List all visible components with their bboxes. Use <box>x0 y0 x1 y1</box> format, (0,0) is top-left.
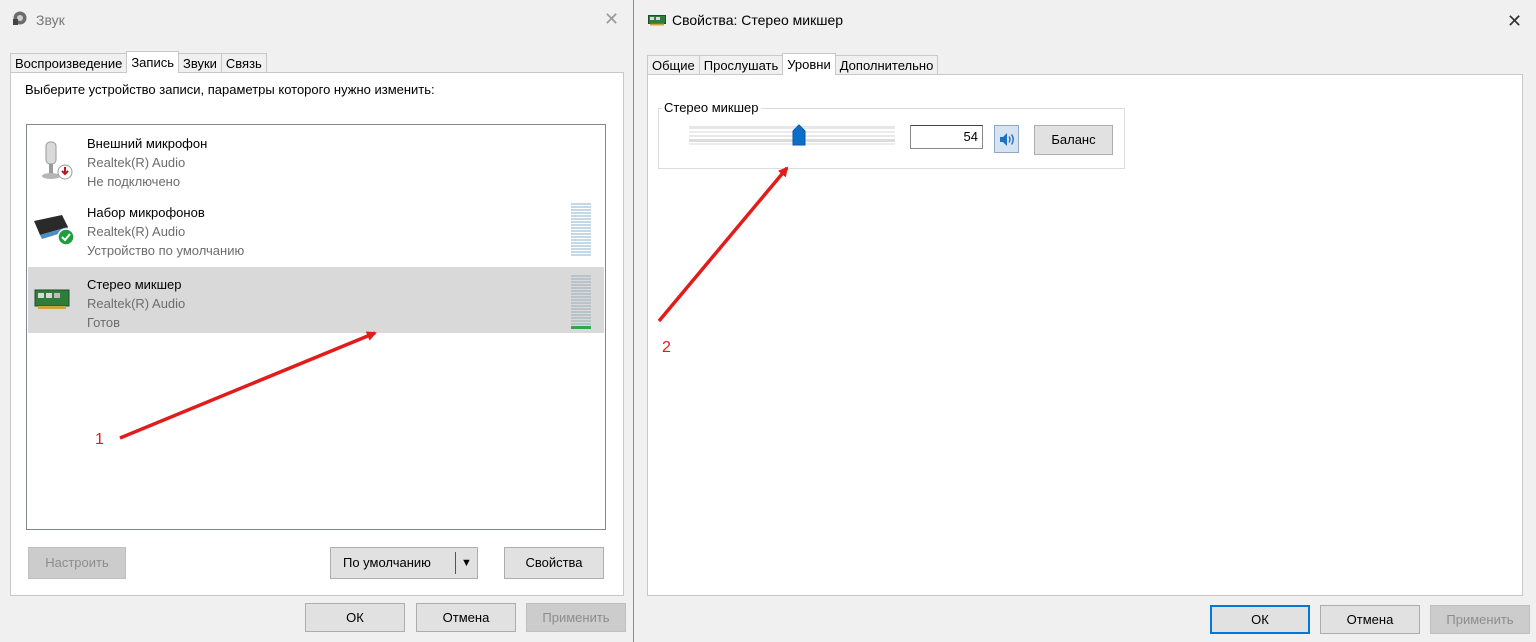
close-icon[interactable]: ✕ <box>604 10 619 28</box>
sound-window: Звук ✕ Воспроизведение Запись Звуки Связ… <box>0 0 633 642</box>
chevron-down-icon[interactable]: ▼ <box>461 548 472 578</box>
tab-playback[interactable]: Воспроизведение <box>10 53 128 73</box>
list-item[interactable]: Внешний микрофон Realtek(R) Audio Не под… <box>28 126 604 192</box>
volume-value: 54 <box>963 129 978 144</box>
tab-advanced[interactable]: Дополнительно <box>834 55 939 75</box>
set-default-button[interactable]: По умолчанию ▼ <box>330 547 478 579</box>
tab-panel: Стерео микшер 54 Баланс <box>647 74 1523 596</box>
close-icon[interactable]: ✕ <box>1507 12 1522 30</box>
apply-button[interactable]: Применить <box>526 603 626 632</box>
cancel-button[interactable]: Отмена <box>416 603 516 632</box>
properties-button[interactable]: Свойства <box>504 547 604 579</box>
volume-value-field[interactable]: 54 <box>910 125 983 149</box>
tab-strip: Общие Прослушать Уровни Дополнительно <box>647 53 939 75</box>
annotation-label-1: 1 <box>95 431 104 448</box>
configure-button[interactable]: Настроить <box>28 547 126 579</box>
microphone-array-default-icon <box>32 209 78 252</box>
window-title: Свойства: Стерео микшер <box>672 12 844 28</box>
levels-group-label: Стерео микшер <box>662 100 761 115</box>
tab-strip: Воспроизведение Запись Звуки Связь <box>10 51 267 73</box>
window-title: Звук <box>36 12 65 28</box>
tab-panel: Выберите устройство записи, параметры ко… <box>10 72 624 596</box>
balance-button[interactable]: Баланс <box>1034 125 1113 155</box>
speaker-icon <box>12 10 28 29</box>
ok-button[interactable]: ОК <box>305 603 405 632</box>
device-driver: Realtek(R) Audio <box>87 224 186 239</box>
device-driver: Realtek(R) Audio <box>87 296 186 311</box>
annotation-label-2: 2 <box>662 339 671 356</box>
tab-levels[interactable]: Уровни <box>782 53 836 75</box>
tab-sounds[interactable]: Звуки <box>177 53 222 73</box>
speaker-icon <box>999 132 1016 150</box>
divider <box>455 552 456 574</box>
properties-window: Свойства: Стерео микшер ✕ Общие Прослуша… <box>633 0 1536 642</box>
device-status: Готов <box>87 315 121 330</box>
tab-recording[interactable]: Запись <box>126 51 179 73</box>
device-status: Устройство по умолчанию <box>87 243 245 258</box>
device-name: Внешний микрофон <box>87 136 208 151</box>
tab-communications[interactable]: Связь <box>220 53 267 73</box>
sound-card-icon <box>648 14 666 29</box>
volume-slider-thumb[interactable] <box>792 124 806 149</box>
device-name: Набор микрофонов <box>87 205 205 220</box>
device-list[interactable]: Внешний микрофон Realtek(R) Audio Не под… <box>26 124 606 530</box>
sound-card-icon <box>34 289 72 314</box>
instruction-text: Выберите устройство записи, параметры ко… <box>25 82 435 97</box>
levels-group: Стерео микшер 54 Баланс <box>658 100 1125 169</box>
list-item[interactable]: Набор микрофонов Realtek(R) Audio Устрой… <box>28 195 604 261</box>
microphone-disconnected-icon <box>38 138 78 185</box>
device-status: Не подключено <box>87 174 181 189</box>
level-meter <box>571 275 591 330</box>
apply-button[interactable]: Применить <box>1430 605 1530 634</box>
tab-listen[interactable]: Прослушать <box>698 55 784 75</box>
tab-general[interactable]: Общие <box>647 55 700 75</box>
mute-button[interactable] <box>994 125 1019 153</box>
list-item-selected[interactable]: Стерео микшер Realtek(R) Audio Готов <box>28 267 604 333</box>
cancel-button[interactable]: Отмена <box>1320 605 1420 634</box>
set-default-label: По умолчанию <box>343 555 431 570</box>
level-meter <box>571 203 591 257</box>
ok-button[interactable]: ОК <box>1210 605 1310 634</box>
device-name: Стерео микшер <box>87 277 182 292</box>
device-driver: Realtek(R) Audio <box>87 155 186 170</box>
